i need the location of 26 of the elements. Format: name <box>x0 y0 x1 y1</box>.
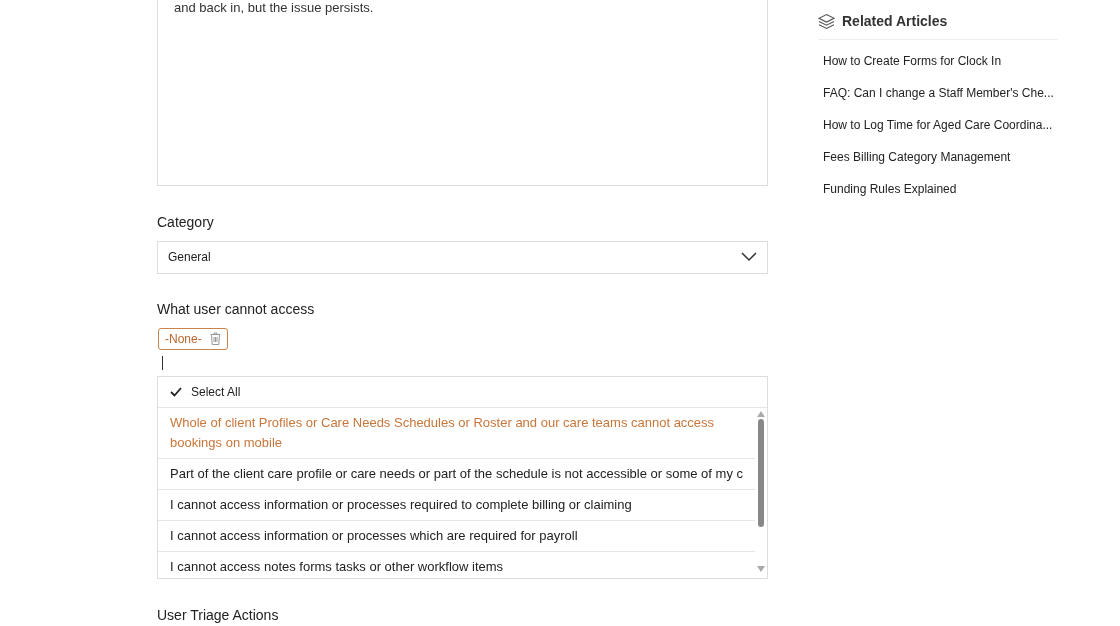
select-all-option[interactable]: Select All <box>158 377 767 408</box>
scroll-up-icon <box>757 411 765 417</box>
description-field[interactable]: and back in, but the issue persists. <box>157 0 768 186</box>
triage-label: User Triage Actions <box>157 606 280 625</box>
text-cursor <box>162 355 163 370</box>
article-link[interactable]: How to Log Time for Aged Care Coordina... <box>823 116 1053 134</box>
scroll-down-icon <box>757 566 765 572</box>
option-item[interactable]: I cannot access notes forms tasks or other workflow items <box>158 552 755 572</box>
scrollbar-thumb[interactable] <box>758 419 764 527</box>
article-link[interactable]: Fees Billing Category Management <box>823 148 1011 166</box>
selected-tag[interactable]: -None- <box>158 327 228 350</box>
access-label: What user cannot access <box>157 299 316 319</box>
trash-icon[interactable] <box>209 332 221 345</box>
chevron-down-icon <box>741 252 757 263</box>
category-label: Category <box>157 212 215 232</box>
option-item[interactable]: Part of the client care profile or care needs or part of the schedule is not accessible or some of my c <box>158 459 755 490</box>
related-articles-header: Related Articles <box>818 6 1058 40</box>
description-text: and back in, but the issue persists. <box>174 0 375 16</box>
layers-icon <box>818 13 835 30</box>
article-link[interactable]: Funding Rules Explained <box>823 180 957 198</box>
option-item[interactable]: Whole of client Profiles or Care Needs Schedules or Roster and our care teams cannot access bookings on mobile <box>158 408 755 459</box>
option-item[interactable]: I cannot access information or processes which are required for payroll <box>158 521 755 552</box>
option-item[interactable]: I cannot access information or processes required to complete billing or claiming <box>158 490 755 521</box>
category-dropdown[interactable]: General <box>157 240 768 274</box>
article-link[interactable]: How to Create Forms for Clock In <box>823 52 1002 70</box>
article-link[interactable]: FAQ: Can I change a Staff Member's Che... <box>823 84 1054 102</box>
